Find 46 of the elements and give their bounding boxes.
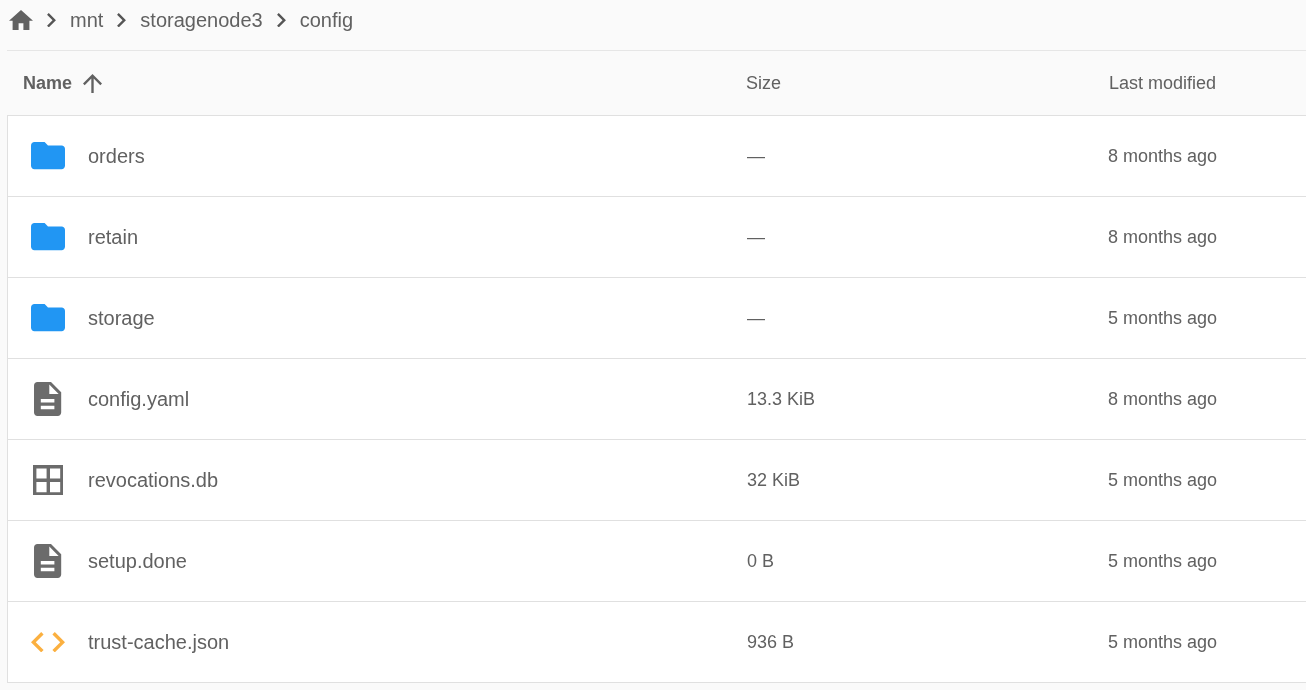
file-size: 0 B bbox=[747, 550, 775, 572]
document-icon bbox=[34, 544, 62, 578]
file-row[interactable]: config.yaml 13.3 KiB 8 months ago bbox=[8, 359, 1306, 440]
folder-icon bbox=[31, 223, 65, 251]
file-row[interactable]: setup.done 0 B 5 months ago bbox=[8, 521, 1306, 602]
file-row[interactable]: retain — 8 months ago bbox=[8, 197, 1306, 278]
modified-date: 8 months ago bbox=[1107, 388, 1217, 410]
file-size: 32 KiB bbox=[747, 469, 801, 491]
file-row[interactable]: orders — 8 months ago bbox=[8, 116, 1306, 197]
file-size: 936 B bbox=[747, 631, 795, 653]
breadcrumb-link[interactable]: config bbox=[299, 8, 354, 32]
file-name: orders bbox=[88, 144, 145, 168]
modified-date: 5 months ago bbox=[1107, 307, 1217, 329]
file-size: — bbox=[747, 226, 765, 248]
file-row[interactable]: revocations.db 32 KiB 5 months ago bbox=[8, 440, 1306, 521]
file-name: revocations.db bbox=[88, 468, 219, 492]
chevron-right-icon bbox=[47, 12, 56, 28]
file-size: — bbox=[747, 145, 765, 167]
column-header[interactable]: Last modified bbox=[1108, 72, 1216, 94]
file-name: trust-cache.json bbox=[88, 630, 230, 654]
chevron-right-icon bbox=[276, 12, 286, 28]
file-name: config.yaml bbox=[88, 387, 190, 411]
document-icon bbox=[34, 382, 62, 416]
code-brackets-icon bbox=[31, 631, 65, 653]
column-header[interactable]: Name bbox=[23, 72, 73, 94]
home-button[interactable] bbox=[9, 9, 33, 31]
file-name: storage bbox=[88, 306, 155, 330]
chevron-right-icon bbox=[117, 12, 127, 28]
file-size: — bbox=[747, 307, 765, 329]
modified-date: 5 months ago bbox=[1107, 469, 1217, 491]
file-row[interactable]: storage — 5 months ago bbox=[8, 278, 1306, 359]
file-size: 13.3 KiB bbox=[747, 388, 816, 410]
folder-icon bbox=[31, 142, 65, 170]
grid-icon bbox=[32, 464, 64, 496]
column-header[interactable]: Size bbox=[746, 72, 781, 94]
modified-date: 8 months ago bbox=[1107, 226, 1217, 248]
modified-date: 5 months ago bbox=[1107, 550, 1217, 572]
file-name: retain bbox=[88, 225, 139, 249]
folder-icon bbox=[31, 304, 65, 332]
home-icon bbox=[9, 9, 33, 31]
modified-date: 5 months ago bbox=[1107, 631, 1217, 653]
breadcrumb-link[interactable]: storagenode3 bbox=[140, 8, 263, 32]
breadcrumb-link[interactable]: mnt bbox=[70, 8, 104, 32]
modified-date: 8 months ago bbox=[1107, 145, 1217, 167]
file-name: setup.done bbox=[88, 549, 187, 573]
file-row[interactable]: trust-cache.json 936 B 5 months ago bbox=[8, 602, 1306, 683]
